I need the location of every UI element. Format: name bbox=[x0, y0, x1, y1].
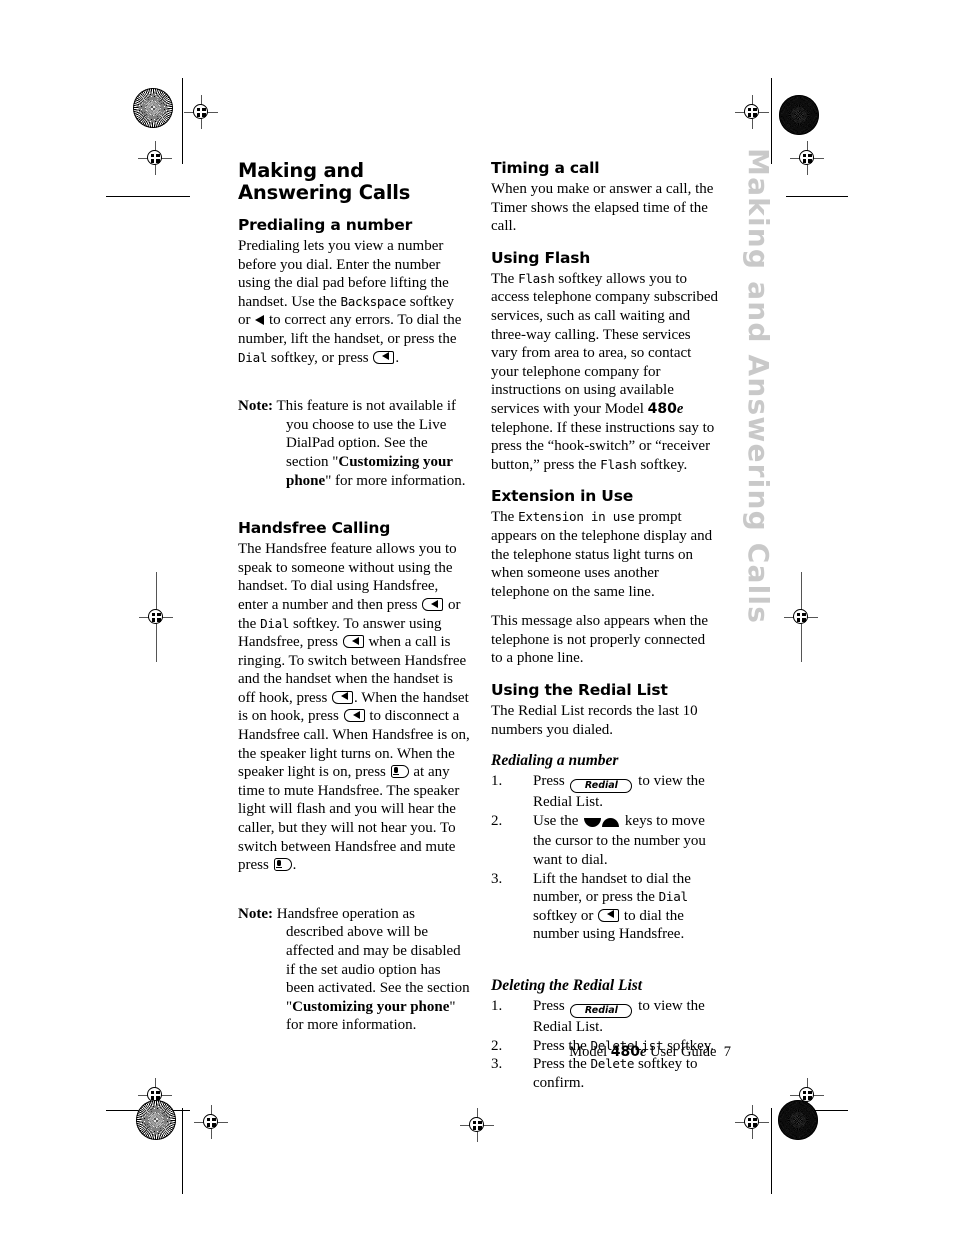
registration-target bbox=[139, 572, 173, 662]
text-run: Use the bbox=[533, 812, 583, 829]
nav-keys-icon bbox=[584, 814, 620, 833]
crop-mark-line bbox=[106, 196, 190, 197]
extension-body-1: The Extension in use prompt appears on t… bbox=[491, 508, 720, 601]
model-mark: 480e bbox=[611, 1044, 647, 1060]
text-run: Press bbox=[533, 773, 569, 790]
subheading-redialing-a-number: Redialing a number bbox=[491, 752, 619, 770]
note-label: Note: bbox=[238, 905, 273, 922]
subheading-deleting-the-redial-list: Deleting the Redial List bbox=[491, 977, 643, 994]
note-handsfree: Note: Handsfree operation as described a… bbox=[238, 905, 470, 1035]
softkey-flash-label: Flash bbox=[600, 456, 637, 472]
mute-key-icon bbox=[390, 765, 409, 779]
flash-body: The Flash softkey allows you to access t… bbox=[491, 270, 720, 475]
registration-rosette bbox=[779, 95, 819, 135]
prompt-extension-in-use: Extension in use bbox=[518, 509, 635, 525]
section-heading-flash: Using Flash bbox=[491, 248, 591, 267]
handsfree-speaker-key-icon bbox=[373, 350, 395, 364]
timing-body: When you make or answer a call, the Time… bbox=[491, 181, 714, 235]
left-arrow-key-icon bbox=[255, 315, 265, 326]
list-number: 1. bbox=[491, 998, 503, 1014]
left-column: Making and Answering Calls Predialing a … bbox=[238, 160, 470, 1035]
text-run: . bbox=[395, 349, 400, 366]
list-item: 1. Press Redial to view the Redial List. bbox=[491, 772, 720, 812]
softkey-dial-label: Dial bbox=[238, 349, 268, 365]
handsfree-speaker-key-icon bbox=[343, 709, 365, 723]
text-run: The bbox=[491, 509, 519, 526]
text-run: softkey or bbox=[533, 907, 598, 924]
predialing-body: Predialing lets you view a number before… bbox=[238, 237, 470, 367]
section-heading-redial-list: Using the Redial List bbox=[491, 681, 668, 700]
list-item: 1. Press Redial to view the Redial List. bbox=[491, 997, 720, 1037]
redial-key-button[interactable]: Redial bbox=[570, 1004, 633, 1018]
section-heading-extension: Extension in Use bbox=[491, 487, 634, 506]
registration-target bbox=[735, 95, 769, 129]
page-title: Making and Answering Calls bbox=[238, 159, 411, 204]
registration-target bbox=[790, 141, 824, 175]
model-mark: 480e bbox=[648, 401, 684, 417]
text-run: softkey. bbox=[636, 456, 688, 473]
note-predialing: Note: This feature is not available if y… bbox=[238, 397, 470, 490]
handsfree-speaker-key-icon bbox=[422, 597, 444, 611]
softkey-flash-label: Flash bbox=[518, 270, 555, 286]
footer-guide-text: User Guide bbox=[646, 1044, 717, 1060]
softkey-dial-label: Dial bbox=[658, 889, 688, 905]
softkey-dial-label: Dial bbox=[260, 615, 290, 631]
handsfree-speaker-key-icon bbox=[598, 908, 620, 922]
redial-intro: The Redial List records the last 10 numb… bbox=[491, 703, 698, 738]
redialing-steps: 1. Press Redial to view the Redial List. … bbox=[491, 772, 720, 944]
registration-target bbox=[784, 572, 818, 662]
text-run: Press bbox=[533, 998, 569, 1014]
up-key-icon bbox=[602, 817, 620, 827]
down-key-icon bbox=[584, 817, 602, 827]
softkey-backspace-label: Backspace bbox=[340, 293, 407, 309]
text-run: at any time to mute Handsfree. The speak… bbox=[238, 764, 460, 874]
section-heading-handsfree: Handsfree Calling bbox=[238, 519, 391, 538]
model-number: 480 bbox=[610, 1044, 640, 1060]
registration-target bbox=[138, 141, 172, 175]
section-heading-timing: Timing a call bbox=[491, 159, 600, 177]
extension-body-2: This message also appears when the telep… bbox=[491, 613, 709, 667]
mute-key-icon bbox=[273, 858, 292, 872]
handsfree-speaker-key-icon bbox=[332, 690, 354, 704]
page-footer: Model 480e User Guide 7 bbox=[491, 1044, 731, 1061]
crop-mark-line bbox=[786, 196, 848, 197]
text-run: softkey, or press bbox=[267, 349, 373, 366]
note-label: Note: bbox=[238, 398, 273, 415]
crop-mark-line bbox=[182, 1108, 183, 1194]
redial-key-button[interactable]: Redial bbox=[570, 779, 633, 794]
model-number: 480 bbox=[647, 400, 677, 417]
list-item: 2. Use the keys to move the cursor to the… bbox=[491, 812, 720, 870]
crop-mark-line bbox=[182, 78, 183, 164]
registration-target bbox=[735, 1105, 769, 1139]
footer-model-word: Model bbox=[569, 1044, 611, 1060]
page-number: 7 bbox=[723, 1044, 731, 1060]
registration-rosette bbox=[778, 1100, 818, 1140]
list-item: 3. Lift the handset to dial the number, o… bbox=[491, 870, 720, 944]
right-column: Timing a call When you make or answer a … bbox=[491, 160, 720, 1092]
text-run: softkey allows you to access telephone c… bbox=[491, 270, 718, 417]
registration-target bbox=[194, 1105, 228, 1139]
registration-target bbox=[460, 1108, 494, 1142]
text-run: . bbox=[292, 857, 297, 874]
registration-rosette bbox=[136, 1100, 176, 1140]
text-run: to correct any errors. To dial the numbe… bbox=[238, 312, 462, 347]
text-run: The bbox=[491, 270, 519, 287]
list-number: 3. bbox=[491, 870, 503, 887]
registration-target bbox=[184, 95, 218, 129]
registration-rosette bbox=[133, 88, 173, 128]
handsfree-speaker-key-icon bbox=[342, 635, 364, 649]
document-page: Making and Answering Calls Making and An… bbox=[0, 0, 954, 1235]
list-number: 2. bbox=[491, 812, 503, 829]
note-bold-reference: Customizing your phone bbox=[292, 998, 450, 1015]
handsfree-body: The Handsfree feature allows you to spea… bbox=[238, 540, 470, 875]
section-heading-predialing: Predialing a number bbox=[238, 216, 413, 234]
list-number: 1. bbox=[491, 773, 503, 790]
note-text: " for more information. bbox=[325, 472, 466, 489]
model-suffix: e bbox=[676, 400, 684, 417]
crop-mark-line bbox=[771, 1108, 772, 1194]
